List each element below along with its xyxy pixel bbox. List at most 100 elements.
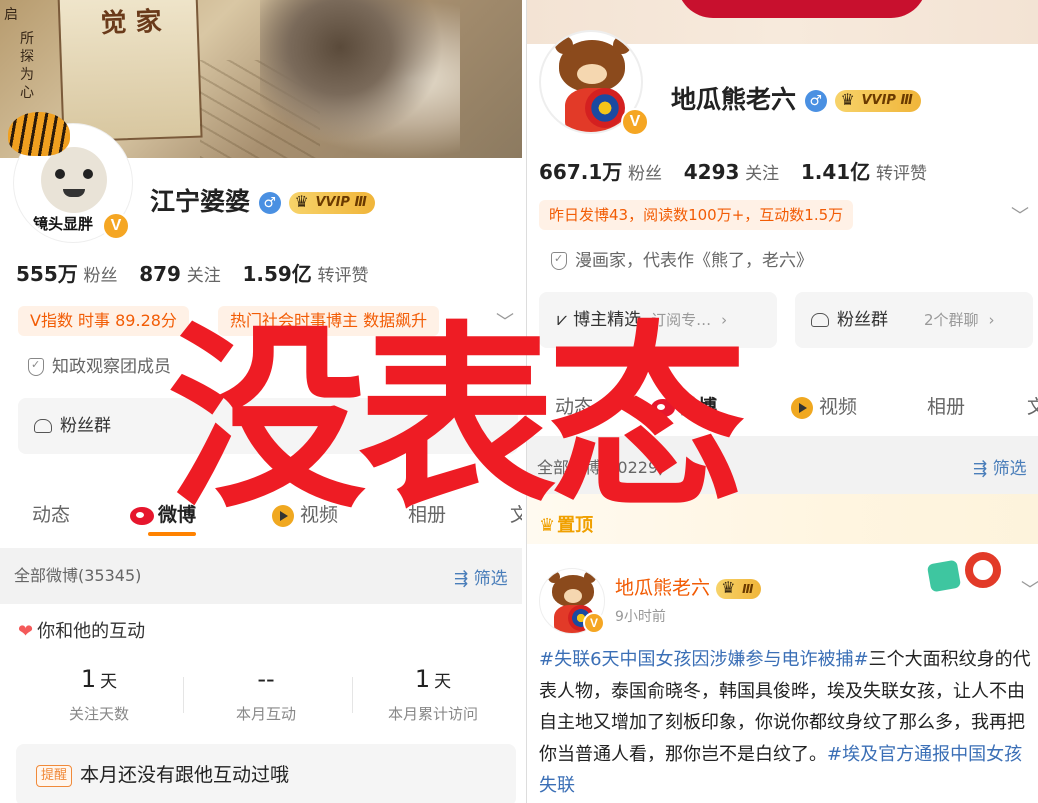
fans-group-card[interactable]: 粉丝群 2个群聊 ›: [795, 292, 1033, 348]
profile-name: 江宁婆婆 ♂ VVIP Ⅲ: [150, 182, 375, 218]
tiger-decoration: [8, 112, 70, 156]
following-count[interactable]: 879: [139, 262, 181, 286]
tab-video-label: 视频: [300, 504, 339, 526]
yesterday-stats-tag[interactable]: 昨日发博43，阅读数100万+，互动数1.5万: [539, 200, 854, 230]
fans-group-card[interactable]: 粉丝群: [18, 398, 518, 454]
fans-group-label: 粉丝群: [837, 310, 888, 330]
cover-vertical-text-2: 所探为心: [20, 31, 34, 101]
tab-article[interactable]: 文: [1027, 392, 1038, 419]
pinned-header: [527, 494, 1038, 544]
shield-icon: [28, 358, 44, 376]
profile-stats: 667.1万 粉丝 4293 关注 1.41亿 转评赞: [539, 156, 943, 185]
post-author[interactable]: 地瓜熊老六 Ⅲ: [615, 573, 762, 600]
followers-count[interactable]: 667.1万: [539, 160, 622, 184]
left-profile-panel: 启 所探为心 觉 家 镜头显胖 V 江宁婆婆 ♂ VVIP Ⅲ 555万 粉丝 …: [0, 0, 522, 803]
vip-badge[interactable]: VVIP Ⅲ: [289, 191, 375, 214]
male-gender-icon: ♂: [804, 90, 827, 112]
verified-v-badge: V: [102, 212, 130, 240]
metric-value: 1: [414, 665, 431, 693]
tab-weibo[interactable]: 微博: [130, 500, 196, 527]
tab-weibo[interactable]: 微博: [651, 392, 717, 419]
pinned-label: ♛ 置顶: [539, 511, 593, 537]
reminder-tag: 提醒: [36, 764, 73, 787]
metric-value: 1: [80, 665, 97, 693]
cover-red-banner: [677, 0, 927, 18]
metric-label: 本月累计访问: [387, 705, 478, 723]
topic-link[interactable]: #失联6天中国女孩因涉嫌参与电诈被捕#: [539, 649, 869, 670]
reposts-count[interactable]: 1.41亿: [801, 160, 870, 184]
reposts-label: 转评赞: [317, 266, 369, 286]
video-icon: [791, 396, 813, 419]
interaction-reminder[interactable]: 提醒 本月还没有跟他互动过哦: [16, 744, 516, 803]
followers-label: 粉丝: [628, 164, 662, 184]
following-count[interactable]: 4293: [684, 160, 740, 184]
profile-tabs: 动态 微博 视频 相册 文: [0, 500, 522, 540]
profile-stats: 555万 粉丝 879 关注 1.59亿 转评赞: [16, 258, 385, 287]
divider: [183, 677, 184, 713]
selected-posts-card[interactable]: ⩗ 博主精选 订阅专… ›: [539, 292, 777, 348]
tab-weibo-label: 微博: [158, 504, 197, 526]
tab-album[interactable]: 相册: [408, 500, 446, 527]
figures-illustration: [260, 0, 460, 158]
chevron-right-icon: ›: [721, 311, 728, 329]
tab-album[interactable]: 相册: [927, 392, 965, 419]
followers-count[interactable]: 555万: [16, 262, 78, 286]
people-icon: [811, 313, 829, 327]
profile-name-text: 江宁婆婆: [150, 187, 251, 216]
fans-group-label: 粉丝群: [60, 416, 111, 436]
avatar-caption: 镜头显胖: [33, 215, 94, 233]
pinned-text: 置顶: [557, 515, 594, 536]
interaction-title-text: 你和他的互动: [37, 621, 146, 642]
shield-icon: [551, 252, 567, 270]
chevron-down-icon[interactable]: ﹀: [1011, 202, 1029, 228]
chevron-down-icon[interactable]: ﹀: [496, 308, 514, 334]
filter-button[interactable]: ⇶ 筛选: [973, 454, 1027, 479]
auth-line: 知政观察团成员: [28, 352, 171, 377]
metric-month-visits: 1天 本月累计访问: [368, 665, 498, 724]
book-cover: 觉 家: [57, 0, 203, 143]
selected-posts-label: 博主精选: [573, 310, 642, 330]
tab-article[interactable]: 文: [510, 500, 522, 527]
tab-dynamic[interactable]: 动态: [32, 500, 70, 527]
metric-label: 关注天数: [68, 705, 129, 723]
tab-video[interactable]: 视频: [272, 500, 338, 527]
metric-label: 本月互动: [235, 705, 296, 723]
all-weibo-count[interactable]: 全部微博(35345): [14, 566, 141, 585]
all-weibo-count[interactable]: 全部微博(20229): [537, 454, 664, 478]
chevron-down-icon[interactable]: ﹀: [1021, 576, 1038, 602]
profile-name: 地瓜熊老六 ♂ VVIP Ⅲ: [671, 80, 921, 116]
weibo-icon: [651, 398, 675, 417]
hot-blogger-tag[interactable]: 热门社会时事博主 数据飙升: [218, 306, 440, 336]
profile-name-text: 地瓜熊老六: [671, 85, 797, 114]
filter-label: 筛选: [992, 459, 1027, 479]
metric-month-interaction: -- 本月互动: [201, 665, 331, 724]
tab-dynamic[interactable]: 动态: [555, 392, 593, 419]
vip-badge[interactable]: VVIP Ⅲ: [835, 89, 921, 112]
auth-text: 漫画家，代表作《熊了，老六》: [575, 251, 813, 271]
chevron-right-icon: ›: [988, 311, 995, 329]
active-tab-indicator: [148, 532, 196, 536]
fans-group-sub: 2个群聊: [924, 311, 979, 329]
right-profile-panel: V 地瓜熊老六 ♂ VVIP Ⅲ 667.1万 粉丝 4293 关注 1.41亿…: [526, 0, 1038, 803]
v-index-tag[interactable]: V指数 时事 89.28分: [18, 306, 189, 336]
bear-head: [555, 36, 625, 92]
selected-posts-sub: 订阅专…: [651, 311, 712, 329]
following-label: 关注: [745, 164, 780, 184]
tab-video[interactable]: 视频: [791, 392, 857, 419]
filter-label: 筛选: [473, 569, 508, 589]
post-time: 9小时前: [615, 609, 666, 625]
post-author-name: 地瓜熊老六: [615, 577, 711, 599]
metric-unit: 天: [100, 672, 118, 692]
metric-unit: 天: [434, 672, 452, 692]
verified-v-badge: V: [583, 612, 605, 634]
post-body[interactable]: #失联6天中国女孩因涉嫌参与电诈被捕#三个大面积纹身的代表人物，泰国俞晓冬，韩国…: [539, 644, 1035, 802]
national-day-badge: [925, 548, 1021, 598]
filter-button[interactable]: ⇶ 筛选: [454, 564, 508, 589]
filter-icon: ⇶: [454, 569, 474, 589]
auth-line: 漫画家，代表作《熊了，老六》: [551, 246, 813, 271]
metric-follow-days: 1天 关注天数: [34, 665, 164, 724]
crown-icon: ♛: [539, 515, 556, 536]
profile-tabs: 动态 微博 视频 相册 文: [527, 392, 1038, 432]
reposts-count[interactable]: 1.59亿: [242, 262, 311, 286]
all-weibo-bar: 全部微博(35345): [0, 548, 522, 604]
